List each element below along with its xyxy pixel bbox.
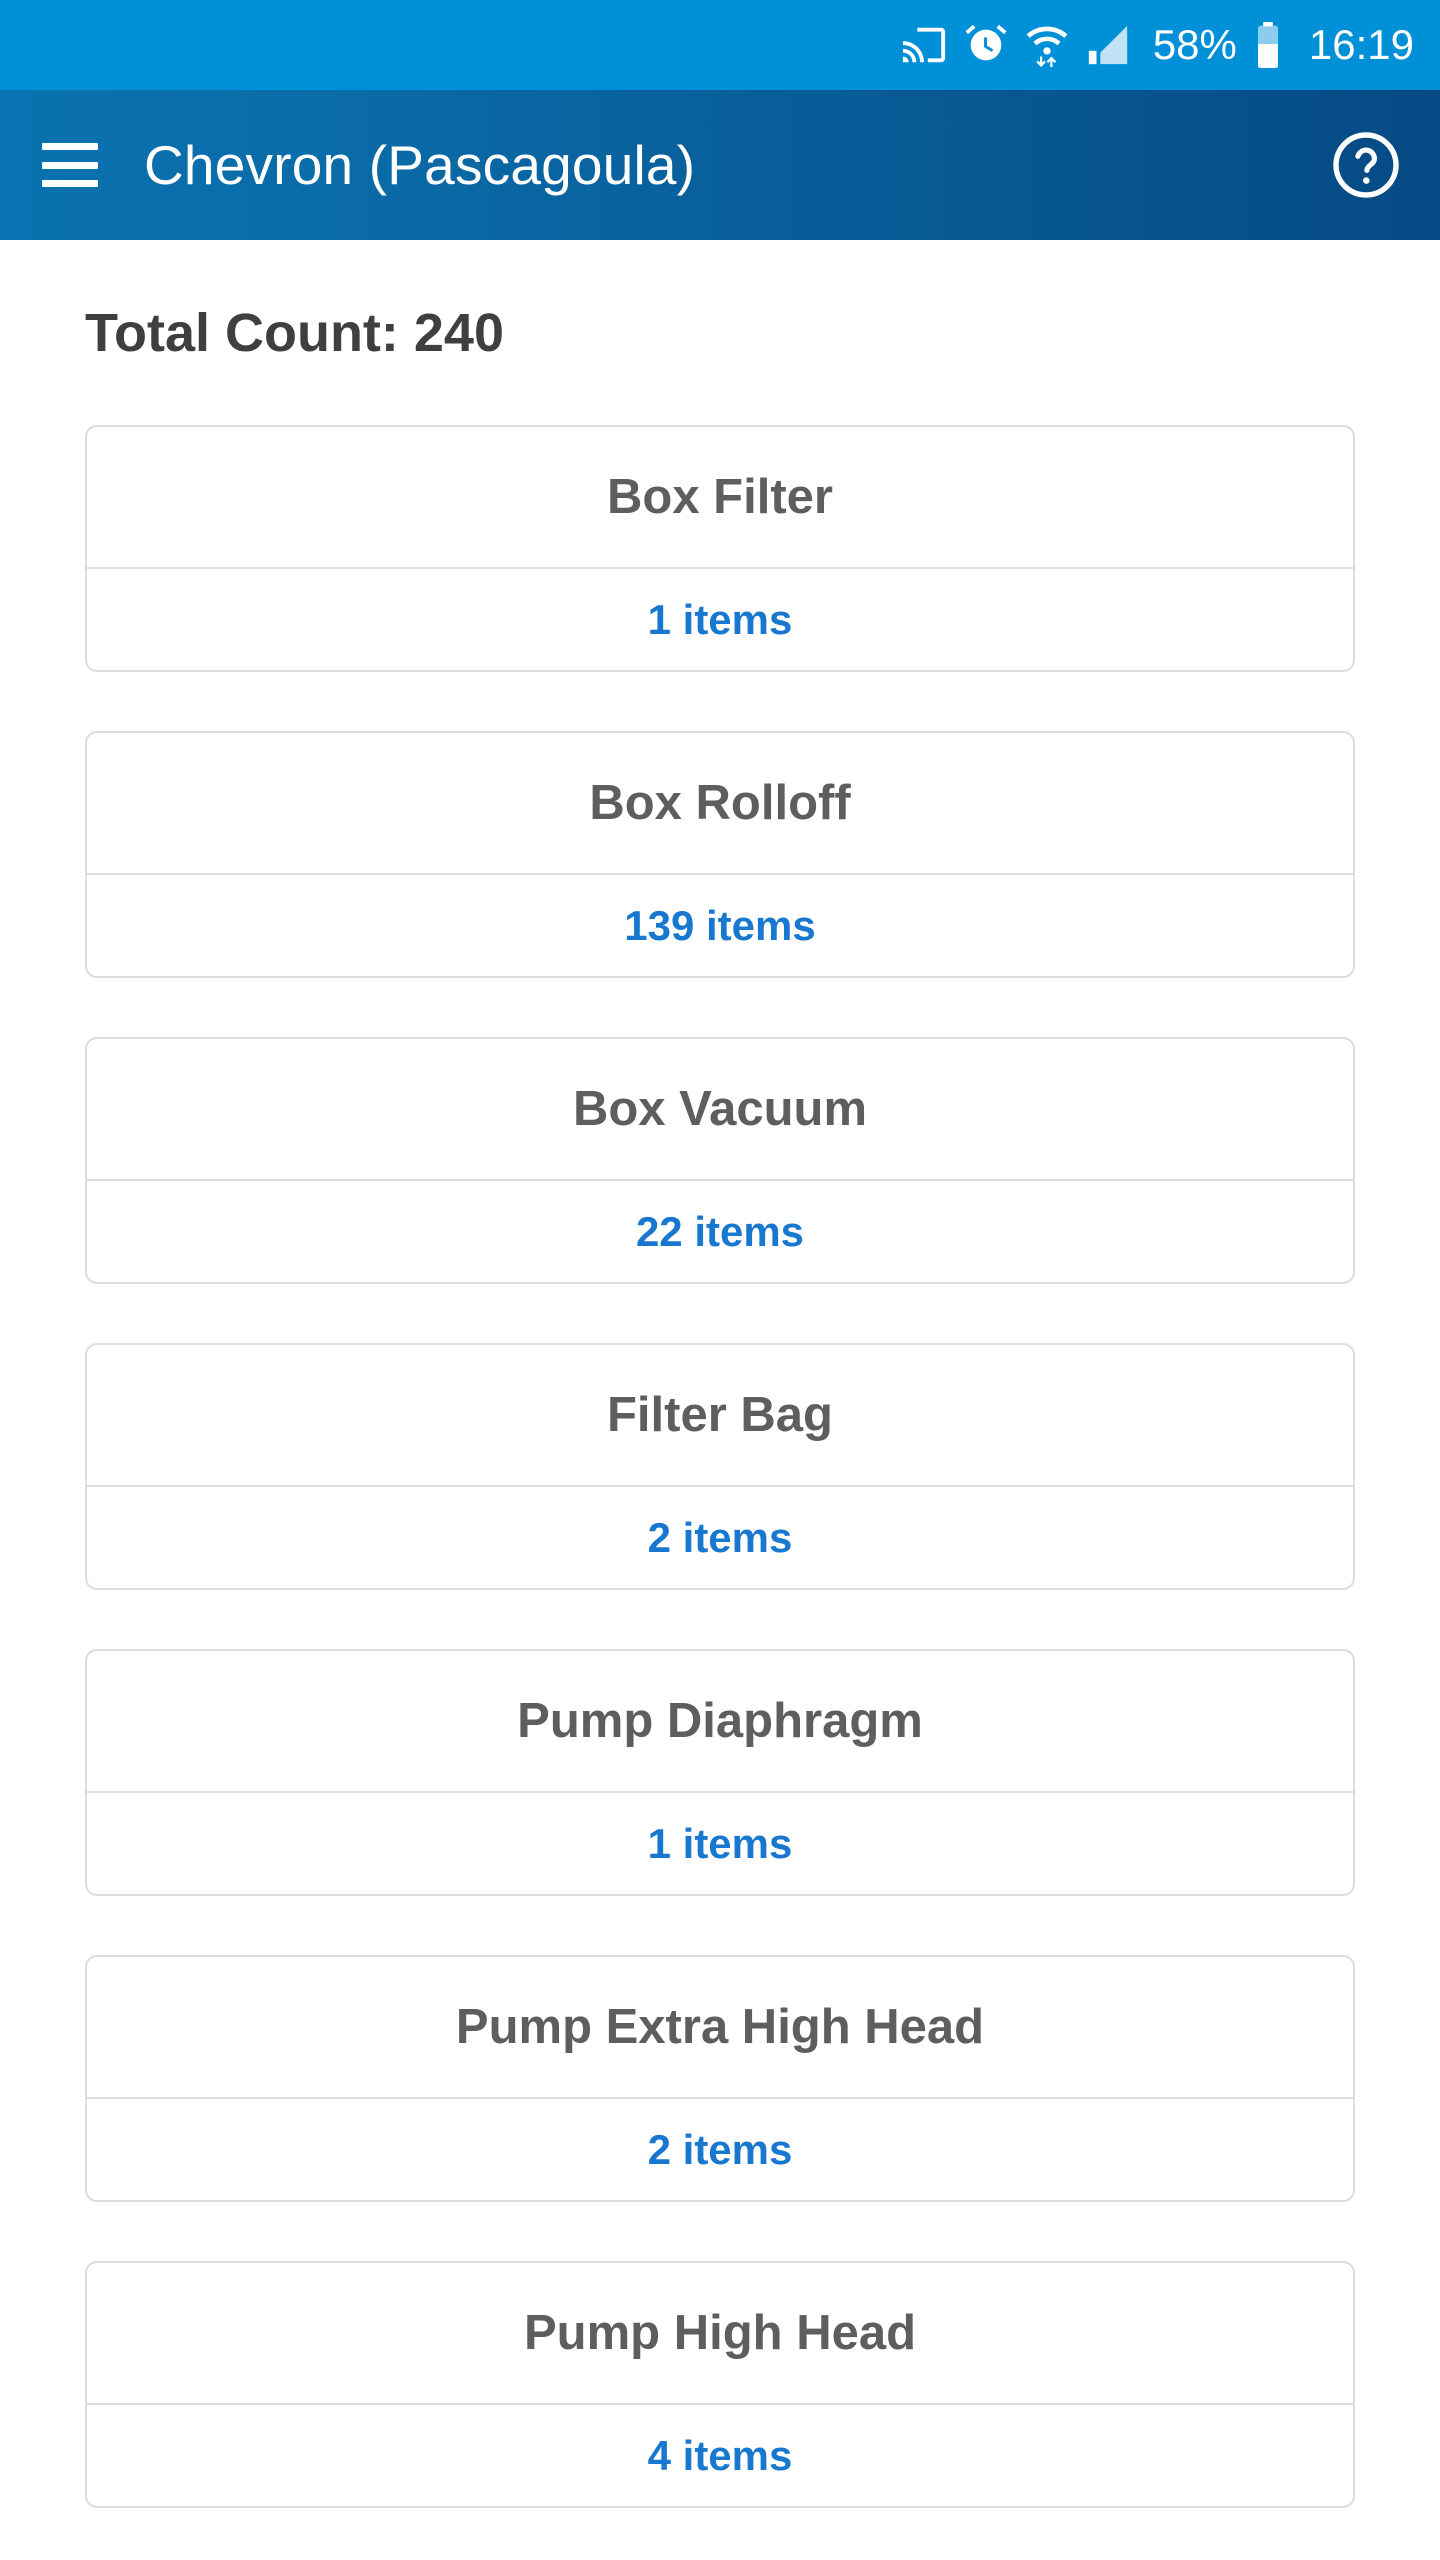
card-count-label: 2 items: [647, 2125, 793, 2173]
help-circle-icon[interactable]: [1328, 127, 1404, 203]
total-count-label: Total Count: 240: [85, 303, 505, 363]
page-title: Chevron (Pascagoula): [144, 134, 696, 196]
battery-percent-label: 58%: [1152, 21, 1237, 68]
card-count-row[interactable]: 139 items: [87, 875, 1353, 976]
cast-icon: [901, 22, 947, 68]
card-count-row[interactable]: 2 items: [87, 1487, 1353, 1588]
list-item[interactable]: Pump Extra High Head 2 items: [85, 1955, 1355, 2202]
card-count-row[interactable]: 22 items: [87, 1181, 1353, 1282]
list-item[interactable]: Box Filter 1 items: [85, 425, 1355, 672]
card-title: Pump Diaphragm: [517, 1694, 923, 1748]
card-title: Box Rolloff: [589, 776, 851, 830]
hamburger-menu-icon[interactable]: [42, 143, 98, 187]
cellular-signal-icon: [1085, 22, 1131, 68]
card-count-label: 4 items: [647, 2431, 793, 2479]
card-title: Pump Extra High Head: [455, 2000, 985, 2054]
card-title: Filter Bag: [607, 1388, 833, 1442]
alarm-clock-icon: [963, 22, 1009, 68]
hamburger-bar-2: [42, 161, 98, 169]
category-card-list: Box Filter 1 items Box Rolloff 139 items…: [85, 425, 1355, 2508]
list-item[interactable]: Pump High Head 4 items: [85, 2261, 1355, 2508]
hamburger-bar-1: [42, 143, 98, 150]
card-count-label: 2 items: [647, 1513, 793, 1561]
card-title: Pump High Head: [523, 2306, 917, 2360]
card-count-label: 1 items: [647, 595, 793, 643]
hamburger-bar-3: [42, 180, 98, 187]
card-title-row: Box Filter: [87, 427, 1353, 567]
card-count-label: 139 items: [624, 901, 816, 949]
card-title-row: Filter Bag: [87, 1345, 1353, 1485]
card-count-label: 1 items: [647, 1819, 793, 1867]
card-title-row: Box Rolloff: [87, 733, 1353, 873]
card-count-row[interactable]: 1 items: [87, 569, 1353, 670]
list-item[interactable]: Pump Diaphragm 1 items: [85, 1649, 1355, 1896]
card-title-row: Box Vacuum: [87, 1039, 1353, 1179]
card-title: Box Vacuum: [572, 1082, 868, 1136]
card-title-row: Pump Diaphragm: [87, 1651, 1353, 1791]
status-bar: 58% 16:19: [0, 0, 1440, 90]
card-title: Box Filter: [607, 470, 833, 524]
main-content: Total Count: 240 Box Filter 1 items Box …: [0, 302, 1440, 2508]
list-item[interactable]: Filter Bag 2 items: [85, 1343, 1355, 1590]
card-count-row[interactable]: 1 items: [87, 1793, 1353, 1894]
wifi-icon: [1025, 21, 1069, 69]
clock-label: 16:19: [1308, 21, 1414, 68]
card-count-row[interactable]: 2 items: [87, 2099, 1353, 2200]
app-bar: Chevron (Pascagoula): [0, 90, 1440, 240]
card-title-row: Pump High Head: [87, 2263, 1353, 2403]
list-item[interactable]: Box Vacuum 22 items: [85, 1037, 1355, 1284]
card-count-label: 22 items: [635, 1207, 805, 1255]
list-item[interactable]: Box Rolloff 139 items: [85, 731, 1355, 978]
card-count-row[interactable]: 4 items: [87, 2405, 1353, 2506]
battery-icon: [1253, 21, 1283, 69]
card-title-row: Pump Extra High Head: [87, 1957, 1353, 2097]
